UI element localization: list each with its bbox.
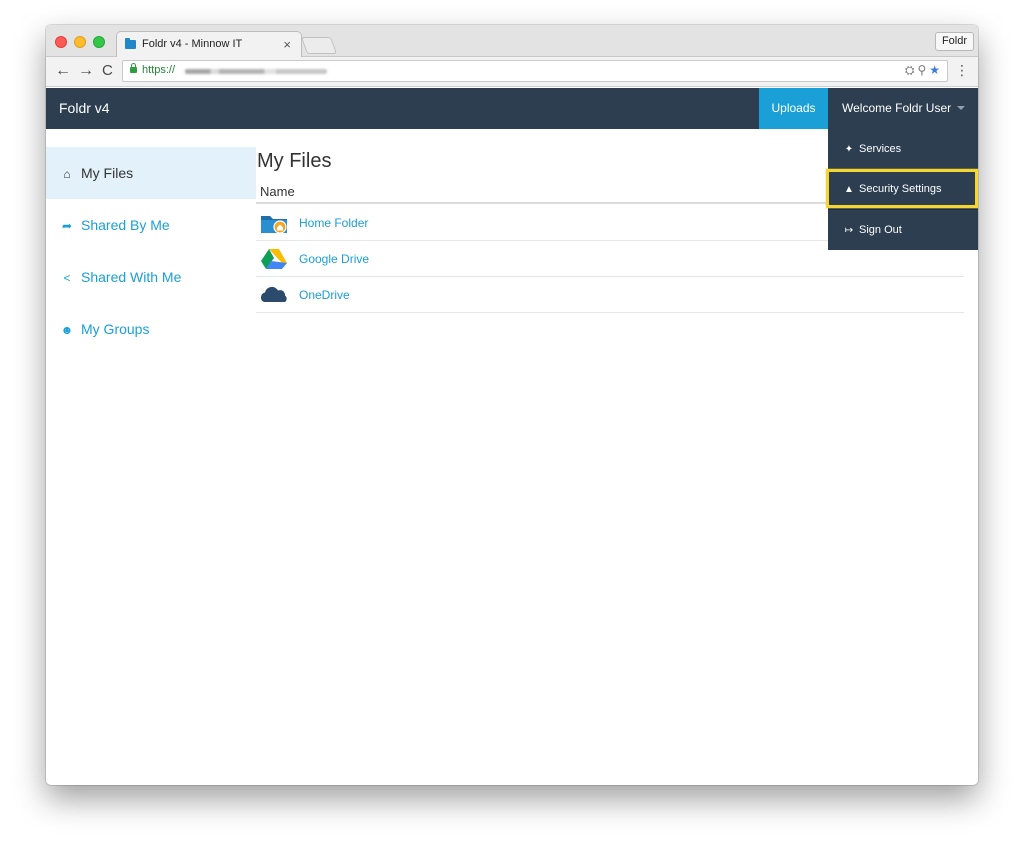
- sidebar-item-label: Shared With Me: [81, 269, 182, 285]
- share-arrow-icon: ➦: [61, 219, 73, 233]
- folder-favicon-icon: [125, 40, 136, 49]
- profile-button[interactable]: Foldr: [934, 32, 974, 51]
- browser-tab[interactable]: Foldr v4 - Minnow IT ×: [116, 31, 302, 58]
- omnibox-icons[interactable]: ⛭⚲★: [905, 63, 943, 78]
- new-tab-button[interactable]: [300, 37, 338, 54]
- secure-lock-icon: [130, 63, 137, 73]
- sidebar-item-label: My Files: [81, 165, 134, 181]
- sidebar-item-shared-with-me[interactable]: < Shared With Me: [46, 251, 256, 303]
- row-label[interactable]: OneDrive: [299, 288, 350, 302]
- sidebar-item-label: Shared By Me: [81, 217, 170, 233]
- url-prefix: https://: [142, 64, 176, 76]
- close-window-button[interactable]: [55, 36, 67, 48]
- security-settings-highlight: [826, 169, 978, 208]
- bookmark-star-icon[interactable]: ★: [929, 63, 943, 77]
- key-zoom-icon[interactable]: ⛭⚲: [905, 63, 929, 77]
- sidebar-item-my-groups[interactable]: ☻ My Groups: [46, 303, 256, 355]
- title-bar: Foldr v4 - Minnow IT × Foldr: [46, 25, 978, 58]
- home-icon: ⌂: [63, 167, 71, 181]
- table-row[interactable]: OneDrive: [256, 277, 964, 313]
- app-navbar: Foldr v4 Uploads Welcome Foldr User: [46, 88, 978, 129]
- browser-window: Foldr v4 - Minnow IT × Foldr ← → C https…: [46, 25, 978, 785]
- reload-icon[interactable]: C: [102, 61, 113, 81]
- brand-title[interactable]: Foldr v4: [59, 100, 110, 116]
- sidebar-item-my-files[interactable]: ⌂ My Files: [46, 147, 256, 199]
- menu-item-label: Services: [859, 143, 902, 155]
- users-icon: ☻: [60, 323, 74, 337]
- tab-close-icon[interactable]: ×: [283, 37, 291, 52]
- row-label[interactable]: Google Drive: [299, 252, 369, 266]
- sidebar-item-shared-by-me[interactable]: ➦ Shared By Me: [46, 199, 256, 251]
- address-bar: ← → C https:// ⛭⚲★ ⋮: [46, 57, 978, 87]
- forward-arrow-icon[interactable]: →: [78, 61, 94, 81]
- sidebar: ⌂ My Files ➦ Shared By Me < Shared With Me …: [46, 147, 256, 355]
- home-folder-icon: [261, 216, 287, 234]
- url-input[interactable]: https:// ⛭⚲★: [122, 60, 948, 82]
- sidebar-item-label: My Groups: [81, 321, 150, 337]
- url-blurred: [185, 69, 327, 74]
- menu-item-label: Sign Out: [859, 224, 902, 236]
- welcome-label: Welcome Foldr User: [842, 101, 952, 115]
- back-arrow-icon[interactable]: ←: [55, 61, 71, 81]
- page-title: My Files: [257, 150, 332, 172]
- puzzle-icon: ✦: [844, 144, 854, 155]
- caret-down-icon: [957, 106, 965, 110]
- share-nodes-icon: <: [63, 271, 71, 285]
- menu-item-sign-out[interactable]: ↦ Sign Out: [828, 209, 978, 249]
- browser-menu-icon[interactable]: ⋮: [955, 62, 969, 79]
- google-drive-icon: [261, 249, 287, 269]
- user-menu-toggle[interactable]: Welcome Foldr User: [828, 88, 978, 129]
- minimize-window-button[interactable]: [74, 36, 86, 48]
- onedrive-icon: [260, 286, 287, 302]
- row-label[interactable]: Home Folder: [299, 216, 368, 230]
- sign-out-icon: ↦: [844, 225, 854, 236]
- menu-item-services[interactable]: ✦ Services: [828, 129, 978, 169]
- tab-title: Foldr v4 - Minnow IT: [142, 38, 243, 50]
- column-header-name[interactable]: Name: [260, 184, 295, 199]
- maximize-window-button[interactable]: [93, 36, 105, 48]
- uploads-button[interactable]: Uploads: [759, 88, 828, 129]
